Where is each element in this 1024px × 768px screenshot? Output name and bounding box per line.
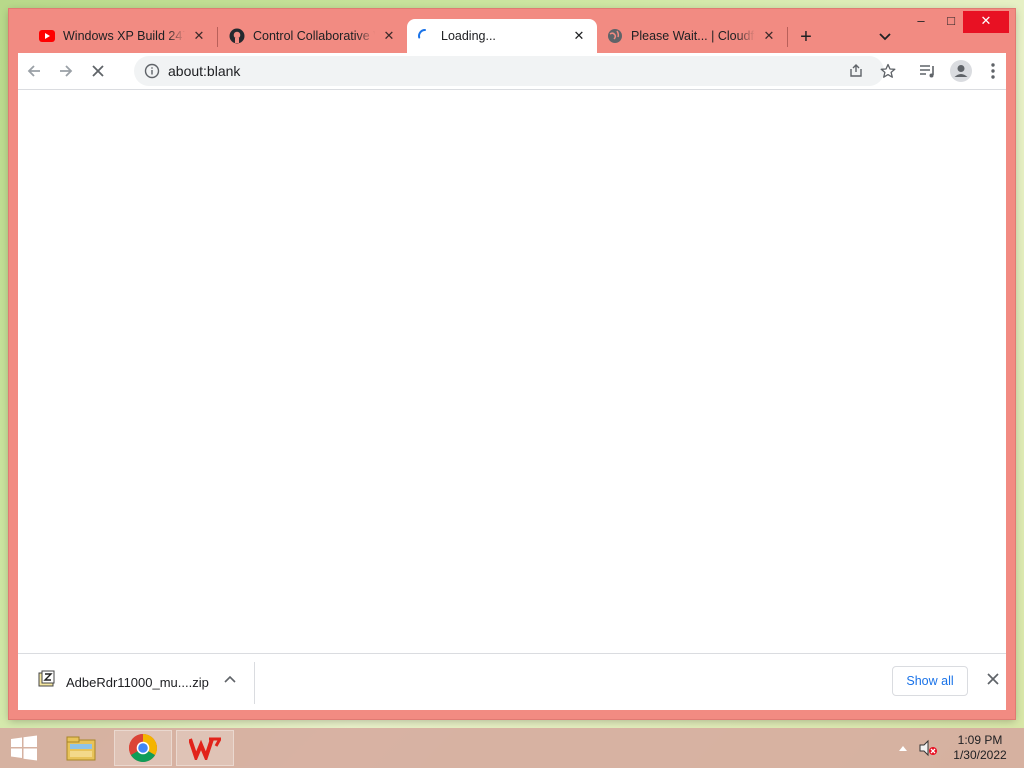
show-hidden-icons-button[interactable]: [898, 728, 908, 768]
close-download-bar-button[interactable]: [984, 672, 1002, 690]
download-file-name: AdbeRdr11000_mu....zip: [66, 675, 209, 690]
bookmark-star-icon[interactable]: [878, 61, 898, 81]
info-icon[interactable]: [144, 63, 160, 79]
tab-search-button[interactable]: [875, 27, 895, 47]
taskbar: 1:09 PM 1/30/2022: [0, 728, 1024, 768]
show-all-button[interactable]: Show all: [892, 666, 968, 696]
stop-x-icon: [92, 65, 104, 77]
stop-loading-button[interactable]: [84, 57, 112, 85]
close-window-button[interactable]: ✕: [963, 11, 1009, 33]
zip-file-icon: [38, 670, 55, 687]
taskbar-wps[interactable]: [176, 730, 234, 766]
tab-youtube[interactable]: Windows XP Build 2475 ✕: [29, 19, 217, 53]
tab-strip: Windows XP Build 2475 ✕ Control Collabor…: [9, 9, 1015, 53]
close-tab-icon[interactable]: ✕: [761, 28, 777, 44]
chevron-up-icon: [224, 675, 236, 683]
close-tab-icon[interactable]: ✕: [381, 28, 397, 44]
close-tab-icon[interactable]: ✕: [191, 28, 207, 44]
back-button[interactable]: [20, 57, 48, 85]
share-icon[interactable]: [846, 61, 866, 81]
system-clock[interactable]: 1:09 PM 1/30/2022: [944, 733, 1016, 763]
browser-toolbar: about:blank: [18, 53, 1006, 89]
profile-button[interactable]: [947, 57, 975, 85]
tab-loading[interactable]: Loading... ✕: [407, 19, 597, 53]
taskbar-chrome[interactable]: [114, 730, 172, 766]
tab-title: Please Wait... | Cloudfla: [631, 29, 755, 43]
globe-icon: [607, 28, 623, 44]
menu-button[interactable]: [979, 57, 1007, 85]
tab-cloudflare[interactable]: Please Wait... | Cloudfla ✕: [597, 19, 787, 53]
download-options-button[interactable]: [222, 672, 238, 688]
chevron-down-icon: [879, 33, 891, 41]
arrow-left-icon: [27, 65, 40, 77]
tab-github[interactable]: Control Collaborative V ✕: [219, 19, 407, 53]
file-explorer-icon: [66, 736, 96, 761]
download-item[interactable]: AdbeRdr11000_mu....zip: [18, 654, 254, 710]
tab-divider: [787, 27, 788, 47]
windows-logo-icon: [11, 735, 37, 761]
clock-date: 1/30/2022: [953, 748, 1007, 762]
volume-muted-button[interactable]: [918, 728, 938, 768]
new-tab-button[interactable]: +: [795, 27, 817, 49]
loading-spinner-icon: [417, 28, 433, 44]
taskbar-file-explorer[interactable]: [58, 730, 104, 766]
chrome-icon: [129, 734, 157, 762]
arrow-right-icon: [60, 65, 73, 77]
close-tab-icon[interactable]: ✕: [571, 28, 587, 44]
url-text: about:blank: [168, 63, 241, 79]
close-icon: [987, 673, 999, 685]
page-content[interactable]: [18, 89, 1006, 654]
forward-button[interactable]: [52, 57, 80, 85]
minimize-button[interactable]: –: [905, 11, 937, 33]
browser-window: Windows XP Build 2475 ✕ Control Collabor…: [9, 9, 1015, 719]
chevron-up-icon: [899, 746, 907, 751]
media-control-button[interactable]: [914, 57, 942, 85]
github-icon: [229, 28, 245, 44]
tab-title: Control Collaborative V: [253, 29, 375, 43]
start-button[interactable]: [4, 730, 44, 766]
media-playlist-icon: [920, 65, 934, 78]
kebab-menu-icon: [991, 63, 995, 79]
tab-title: Loading...: [441, 29, 496, 43]
speaker-muted-icon: [919, 739, 937, 757]
account-avatar-icon: [950, 60, 972, 82]
tab-divider: [217, 27, 218, 47]
download-divider: [254, 662, 255, 704]
clock-time: 1:09 PM: [957, 733, 1003, 747]
download-bar: AdbeRdr11000_mu....zip Show all: [18, 653, 1006, 710]
youtube-icon: [39, 28, 55, 44]
address-bar[interactable]: about:blank: [134, 56, 896, 86]
tab-title: Windows XP Build 2475: [63, 29, 185, 43]
wps-office-icon: [189, 737, 221, 760]
